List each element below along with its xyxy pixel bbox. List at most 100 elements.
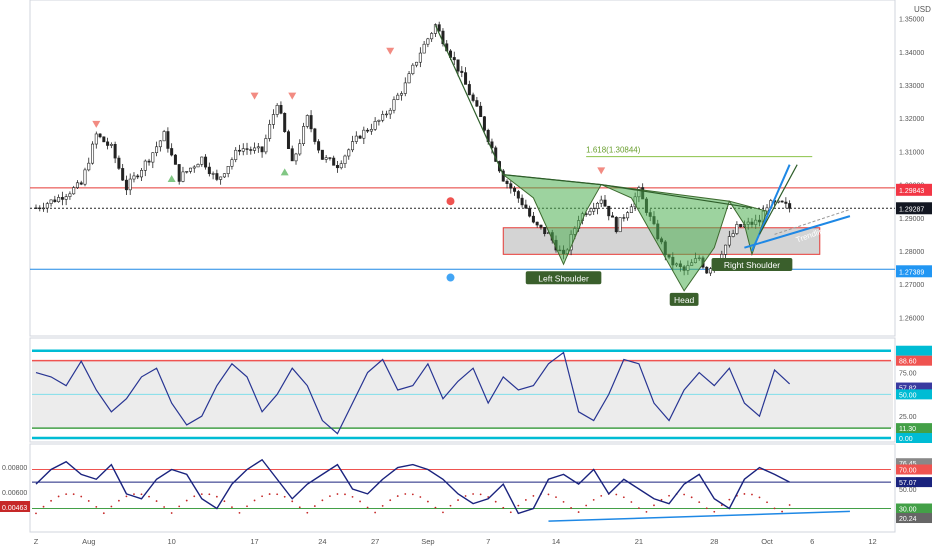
fib-extension-label: 1.618(1.30844): [586, 146, 641, 155]
candle-body: [784, 201, 788, 204]
volatility-dot: [698, 501, 701, 504]
volatility-dot: [464, 495, 467, 497]
candle-body: [709, 268, 713, 274]
candle-body: [128, 178, 132, 191]
volatility-dot: [170, 512, 173, 514]
volatility-dot: [396, 495, 399, 497]
candle-body: [173, 154, 177, 165]
volatility-dot: [773, 507, 776, 510]
candle-body: [121, 168, 125, 181]
volatility-dot: [766, 501, 768, 504]
candle-body: [592, 208, 596, 212]
volatility-dot: [585, 504, 588, 507]
candle-body: [724, 244, 728, 255]
candle-body: [505, 180, 509, 184]
candle-body: [75, 182, 79, 188]
volatility-dot: [668, 494, 670, 497]
candle-body: [143, 160, 147, 171]
time-tick-label: Oct: [761, 537, 774, 546]
candle-body: [230, 159, 234, 167]
candle-body: [788, 203, 792, 209]
volatility-dot: [215, 495, 218, 498]
candle-body: [185, 171, 189, 173]
candle-body: [117, 157, 121, 169]
volatility-dot: [336, 493, 339, 495]
volatility-badge-label: 30.00: [899, 507, 917, 514]
candle-body: [83, 169, 87, 185]
volatility-dot: [788, 504, 791, 506]
candle-body: [34, 207, 38, 209]
candle-body: [268, 124, 272, 139]
alarm-clock-icon: [446, 273, 455, 282]
candle-body: [38, 207, 42, 210]
candle-body: [324, 157, 328, 160]
candle-body: [369, 129, 373, 132]
volatility-dot: [321, 499, 324, 502]
candle-body: [392, 99, 396, 111]
chart-area: USD 1.618(1.30844) Trendline Left Shoulder…: [0, 0, 932, 550]
volatility-dot: [517, 504, 520, 507]
volatility-dot: [50, 499, 52, 502]
volatility-dot: [426, 500, 429, 503]
candle-body: [188, 167, 192, 172]
volatility-dot: [253, 499, 256, 502]
candle-body: [607, 205, 611, 217]
volatility-dot: [743, 493, 746, 495]
candle-body: [595, 202, 599, 209]
candle-body: [305, 115, 309, 127]
candle-body: [381, 114, 385, 121]
volatility-dot: [434, 506, 437, 509]
candle-body: [531, 215, 535, 223]
time-tick-label: 6: [810, 537, 814, 546]
candle-body: [155, 146, 159, 154]
candle-body: [430, 33, 434, 40]
candle-body: [42, 207, 46, 210]
volatility-dot: [306, 511, 309, 514]
candle-body: [49, 199, 53, 204]
candle-body: [204, 156, 208, 168]
volatility-dot: [298, 506, 301, 509]
candle-body: [91, 143, 95, 164]
volatility-dot: [344, 493, 346, 496]
volatility-dot: [562, 500, 565, 503]
candle-body: [271, 114, 275, 125]
candle-body: [543, 226, 547, 235]
volatility-dot: [419, 496, 422, 498]
candle-body: [102, 136, 106, 143]
volatility-dot: [622, 496, 625, 499]
candle-body: [377, 119, 381, 122]
volatility-dot: [366, 506, 369, 509]
candle-body: [422, 43, 426, 54]
volatility-dot: [524, 499, 527, 501]
price-tick-label: 1.34000: [899, 50, 924, 57]
volatility-dot: [442, 511, 444, 514]
volatility-dot: [57, 495, 60, 498]
volatility-dot: [125, 495, 128, 498]
candle-body: [279, 105, 283, 114]
pattern-label: Right Shoulder: [724, 260, 780, 270]
volatility-dot: [479, 493, 482, 496]
time-tick-label: 24: [318, 537, 326, 546]
candle-body: [731, 233, 735, 237]
pattern-label: Head: [674, 295, 695, 305]
candle-body: [98, 133, 102, 138]
candle-body: [471, 94, 475, 101]
oscillator-badge-label: 88.60: [899, 359, 917, 366]
time-tick-label: Z: [34, 537, 39, 546]
candle-body: [539, 224, 543, 228]
volatility-dot: [208, 493, 211, 496]
volatility-dot: [42, 505, 45, 508]
volatility-dot: [268, 493, 271, 495]
volatility-dot: [509, 511, 512, 514]
price-tick-label: 1.28000: [899, 249, 924, 256]
candle-body: [177, 164, 181, 182]
price-tick-label: 1.31000: [899, 149, 924, 156]
candle-body: [241, 148, 245, 152]
volatility-dot: [155, 500, 158, 502]
candle-body: [79, 182, 83, 185]
volatility-dot: [472, 493, 475, 495]
volatility-dot: [381, 505, 384, 507]
volatility-dot: [80, 495, 83, 498]
volatility-dot: [758, 496, 761, 499]
candle-body: [313, 128, 317, 142]
